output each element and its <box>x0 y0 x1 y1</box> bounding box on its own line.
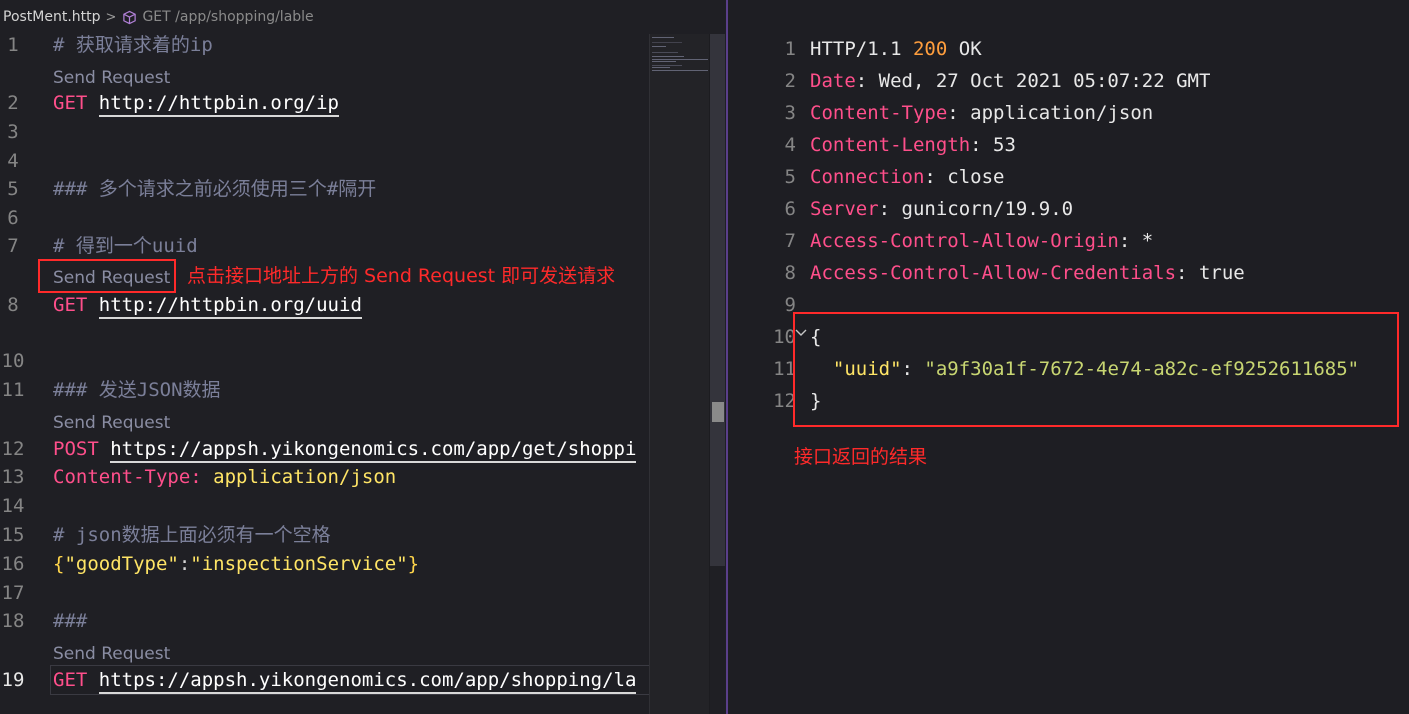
breadcrumb: PostMent.http > GET /app/shopping/lable <box>0 0 726 34</box>
breadcrumb-separator: > <box>105 9 117 25</box>
line-number: 14 <box>1 495 25 517</box>
header-key: Content-Length <box>810 134 971 156</box>
comment: ### <box>53 610 88 632</box>
comment: # json数据上面必须有一个空格 <box>53 524 331 546</box>
send-request-codelens[interactable]: Send Request <box>53 67 170 89</box>
http-protocol: HTTP/1.1 <box>810 38 902 60</box>
line-number: 3 <box>784 102 796 124</box>
line-number: 3 <box>7 121 19 143</box>
json-brace: { <box>53 553 65 575</box>
breadcrumb-request[interactable]: GET /app/shopping/lable <box>142 9 313 25</box>
line-number: 9 <box>784 294 796 316</box>
line-number: 5 <box>7 178 19 200</box>
line-number: 10 <box>773 326 796 348</box>
header-value: application/json <box>213 466 397 488</box>
comment: # 得到一个uuid <box>53 235 198 257</box>
send-request-annotation: 点击接口地址上方的 Send Request 即可发送请求 <box>187 265 616 287</box>
line-number: 1 <box>784 38 796 60</box>
line-number: 2 <box>784 70 796 92</box>
line-number: 2 <box>7 92 19 114</box>
response-pane[interactable]: 1 HTTP/1.1 200 OK 2 Date: Wed, 27 Oct 20… <box>728 0 1409 714</box>
http-status-reason: OK <box>958 38 982 60</box>
breadcrumb-file[interactable]: PostMent.http <box>3 9 101 25</box>
header-value: * <box>1141 230 1154 252</box>
comment: ### 多个请求之前必须使用三个#隔开 <box>53 178 377 200</box>
result-annotation: 接口返回的结果 <box>794 446 928 468</box>
line-number: 17 <box>1 582 25 604</box>
line-number: 11 <box>773 358 796 380</box>
request-url[interactable]: http://httpbin.org/ip <box>98 92 339 117</box>
header-value: close <box>947 166 1005 188</box>
request-editor-pane[interactable]: PostMent.http > GET /app/shopping/lable … <box>0 0 726 714</box>
scrollbar-cursor-marker <box>712 402 724 422</box>
line-number: 19 <box>1 669 25 691</box>
line-number: 13 <box>1 466 25 488</box>
line-number: 4 <box>7 150 19 172</box>
header-value: true <box>1198 262 1245 284</box>
minimap-viewport[interactable] <box>649 34 709 714</box>
header-value: Wed, 27 Oct 2021 05:07:22 GMT <box>878 70 1211 92</box>
line-number: 6 <box>784 198 796 220</box>
json-colon: : <box>178 553 191 575</box>
line-number: 18 <box>1 610 25 632</box>
json-value: "inspectionService" <box>190 553 408 575</box>
header-key: Date <box>810 70 856 92</box>
scrollbar-thumb[interactable] <box>710 34 725 566</box>
header-value: 53 <box>993 134 1016 156</box>
annotation-result-box <box>793 312 1399 427</box>
http-method: GET <box>53 669 88 691</box>
line-number: 1 <box>7 34 19 56</box>
line-number: 5 <box>784 166 796 188</box>
header-key: Connection <box>810 166 925 188</box>
json-brace: } <box>407 553 420 575</box>
header-key: Access-Control-Allow-Credentials <box>810 262 1177 284</box>
http-method: GET <box>53 294 88 316</box>
line-number: 15 <box>1 524 25 546</box>
comment: ### 发送JSON数据 <box>53 379 221 401</box>
line-number: 12 <box>1 438 25 460</box>
request-url[interactable]: https://appsh.yikongenomics.com/app/shop… <box>98 669 637 694</box>
line-number: 8 <box>7 294 19 316</box>
line-number: 6 <box>7 207 19 229</box>
header-key: Server <box>810 198 879 220</box>
json-key: "goodType" <box>64 553 179 575</box>
send-request-codelens[interactable]: Send Request <box>53 412 170 434</box>
request-url[interactable]: http://httpbin.org/uuid <box>98 294 362 319</box>
header-key: Access-Control-Allow-Origin <box>810 230 1119 252</box>
send-request-codelens[interactable]: Send Request <box>53 643 170 665</box>
line-number: 7 <box>784 230 796 252</box>
line-number: 12 <box>773 390 796 412</box>
line-number: 4 <box>784 134 796 156</box>
line-number: 7 <box>7 235 19 257</box>
line-number: 16 <box>1 553 25 575</box>
http-method: POST <box>53 438 99 460</box>
http-status-code: 200 <box>912 38 948 60</box>
line-number: 8 <box>784 262 796 284</box>
comment: # 获取请求着的ip <box>53 34 213 56</box>
annotation-highlight-box <box>38 259 176 293</box>
header-key: Content-Type: <box>53 466 202 488</box>
line-number: 11 <box>1 379 25 401</box>
header-value: gunicorn/19.9.0 <box>901 198 1074 220</box>
line-number: 10 <box>1 350 25 372</box>
http-method: GET <box>53 92 88 114</box>
request-url[interactable]: https://appsh.yikongenomics.com/app/get/… <box>110 438 637 463</box>
header-key: Content-Type <box>810 102 948 124</box>
header-value: application/json <box>970 102 1154 124</box>
cube-icon <box>122 10 137 25</box>
